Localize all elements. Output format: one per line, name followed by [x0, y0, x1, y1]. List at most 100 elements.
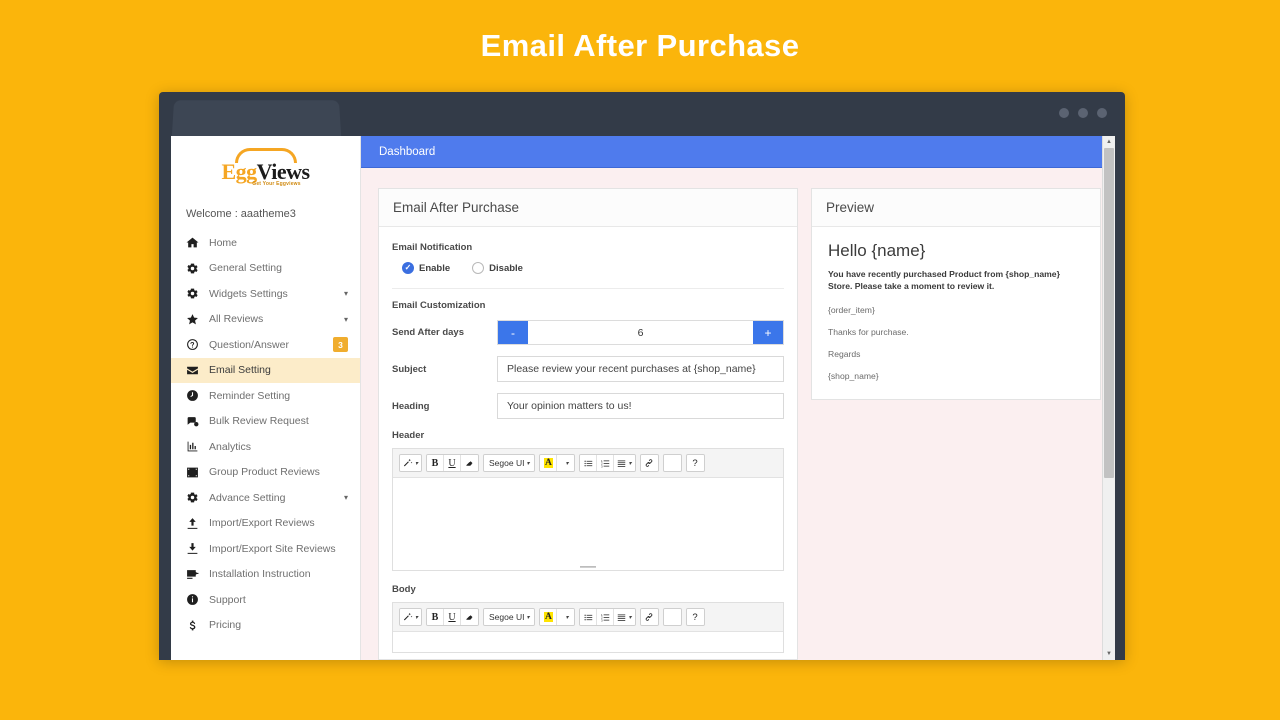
stepper-increment-button[interactable]: +	[753, 321, 783, 344]
chevron-down-icon[interactable]: ▾	[628, 614, 631, 621]
header-editor-canvas[interactable]	[393, 478, 783, 570]
chevron-down-icon[interactable]: ▾	[415, 460, 418, 467]
clear-format-button[interactable]	[461, 609, 478, 625]
style-magic-button[interactable]: ▾	[400, 609, 421, 625]
toolbar-group: ?	[686, 454, 705, 472]
chevron-down-icon[interactable]: ▾	[628, 460, 631, 467]
sidebar-item-email-setting[interactable]: Email Setting	[171, 358, 360, 384]
sidebar-item-reminder-setting[interactable]: Reminder Setting	[171, 383, 360, 409]
scroll-down-arrow[interactable]: ▼	[1103, 648, 1115, 660]
body-editor-canvas[interactable]	[393, 632, 783, 652]
bold-button[interactable]: B	[427, 609, 444, 625]
chevron-down-icon[interactable]: ▾	[565, 460, 568, 467]
code-view-button[interactable]	[664, 609, 681, 625]
toolbar-group: BU	[426, 454, 479, 472]
logo[interactable]: EggViews Get Your Eggviews	[171, 136, 360, 198]
sidebar-item-widgets-settings[interactable]: Widgets Settings▾	[171, 281, 360, 307]
style-magic-button[interactable]: ▾	[400, 455, 421, 471]
ordered-list-button[interactable]: 123	[597, 609, 614, 625]
sidebar-item-group-product-reviews[interactable]: Group Product Reviews	[171, 460, 360, 486]
font-name-button[interactable]: Segoe UI▾	[484, 455, 534, 471]
sidebar-item-all-reviews[interactable]: All Reviews▾	[171, 307, 360, 333]
chevron-down-icon[interactable]: ▾	[415, 614, 418, 621]
preview-intro: You have recently purchased Product from…	[828, 268, 1084, 293]
sidebar-item-pricing[interactable]: Pricing	[171, 613, 360, 639]
unordered-list-button[interactable]	[580, 455, 597, 471]
subject-input[interactable]	[497, 356, 784, 382]
font-color-button[interactable]: A	[540, 455, 557, 471]
help-button[interactable]: ?	[687, 455, 704, 471]
sidebar-item-bulk-review-request[interactable]: Bulk Review Request	[171, 409, 360, 435]
minimize-dot[interactable]	[1059, 108, 1069, 118]
toolbar-group: A▾	[539, 454, 575, 472]
heading-field: Heading	[392, 393, 784, 419]
browser-tab[interactable]	[172, 100, 341, 136]
bold-button[interactable]: B	[427, 455, 444, 471]
chevron-down-icon[interactable]: ▾	[344, 315, 348, 324]
toolbar-group: ▾	[399, 454, 422, 472]
send-after-days-label: Send After days	[392, 327, 497, 338]
underline-button[interactable]: U	[444, 455, 461, 471]
window-controls	[1059, 108, 1107, 118]
stepper-decrement-button[interactable]: -	[498, 321, 528, 344]
bar-chart-icon	[186, 440, 199, 453]
code-view-button[interactable]	[664, 455, 681, 471]
unordered-list-button[interactable]	[580, 609, 597, 625]
send-after-days-stepper[interactable]: - 6 +	[497, 320, 784, 345]
sidebar-item-analytics[interactable]: Analytics	[171, 434, 360, 460]
body-editor-label: Body	[392, 584, 784, 595]
sidebar-item-label: Import/Export Reviews	[209, 517, 348, 529]
ordered-list-button[interactable]: 123	[597, 455, 614, 471]
help-button[interactable]: ?	[687, 609, 704, 625]
sidebar-item-installation-instruction[interactable]: Installation Instruction	[171, 562, 360, 588]
sidebar-item-label: Pricing	[209, 619, 348, 631]
scroll-up-arrow[interactable]: ▲	[1103, 136, 1115, 148]
radio-enable[interactable]: Enable	[402, 262, 450, 274]
preview-title: Preview	[812, 189, 1100, 227]
close-dot[interactable]	[1097, 108, 1107, 118]
stepper-value: 6	[528, 321, 753, 344]
sidebar-item-question-answer[interactable]: Question/Answer3	[171, 332, 360, 358]
preview-greeting: Hello {name}	[828, 241, 1084, 261]
font-color-dropdown-button[interactable]: ▾	[557, 609, 574, 625]
preview-order-item: {order_item}	[828, 305, 1084, 315]
chevron-down-icon[interactable]: ▾	[344, 289, 348, 298]
scrollbar-thumb[interactable]	[1104, 148, 1114, 478]
header-editor: ▾BUSegoe UI▾A▾123▾?	[392, 448, 784, 571]
heading-input[interactable]	[497, 393, 784, 419]
align-button[interactable]: ▾	[614, 609, 634, 625]
toolbar-group	[640, 608, 659, 626]
toolbar-group: 123 ▾	[579, 608, 635, 626]
sidebar-item-support[interactable]: Support	[171, 587, 360, 613]
sidebar-item-general-setting[interactable]: General Setting	[171, 256, 360, 282]
sidebar-item-label: Import/Export Site Reviews	[209, 543, 348, 555]
radio-disable[interactable]: Disable	[472, 262, 523, 274]
email-settings-title: Email After Purchase	[379, 189, 797, 227]
chevron-down-icon[interactable]: ▾	[526, 460, 529, 467]
header-editor-resize-grip[interactable]	[393, 566, 783, 568]
font-color-dropdown-button[interactable]: ▾	[557, 455, 574, 471]
sidebar-item-home[interactable]: Home	[171, 230, 360, 256]
font-color-button[interactable]: A	[540, 609, 557, 625]
vertical-scrollbar[interactable]: ▲ ▼	[1102, 136, 1115, 660]
chevron-down-icon[interactable]: ▾	[565, 614, 568, 621]
browser-window: EggViews Get Your Eggviews Welcome : aaa…	[159, 92, 1125, 660]
maximize-dot[interactable]	[1078, 108, 1088, 118]
clear-format-button[interactable]	[461, 455, 478, 471]
underline-button[interactable]: U	[444, 609, 461, 625]
chevron-down-icon[interactable]: ▾	[526, 614, 529, 621]
font-name-button[interactable]: Segoe UI▾	[484, 609, 534, 625]
home-icon	[186, 236, 199, 249]
sidebar-item-import-export-reviews[interactable]: Import/Export Reviews	[171, 511, 360, 537]
body-editor-toolbar: ▾ BU Segoe UI▾ A ▾ 123 ▾?	[393, 603, 783, 632]
chevron-down-icon[interactable]: ▾	[344, 493, 348, 502]
sidebar-item-advance-setting[interactable]: Advance Setting▾	[171, 485, 360, 511]
radio-enable-indicator	[402, 262, 414, 274]
insert-link-button[interactable]	[641, 455, 658, 471]
sidebar-item-import-export-site-reviews[interactable]: Import/Export Site Reviews	[171, 536, 360, 562]
align-button[interactable]: ▾	[614, 455, 634, 471]
preview-card: Preview Hello {name} You have recently p…	[811, 188, 1101, 400]
question-circle-icon	[186, 338, 199, 351]
radio-enable-label: Enable	[419, 263, 450, 274]
insert-link-button[interactable]	[641, 609, 658, 625]
